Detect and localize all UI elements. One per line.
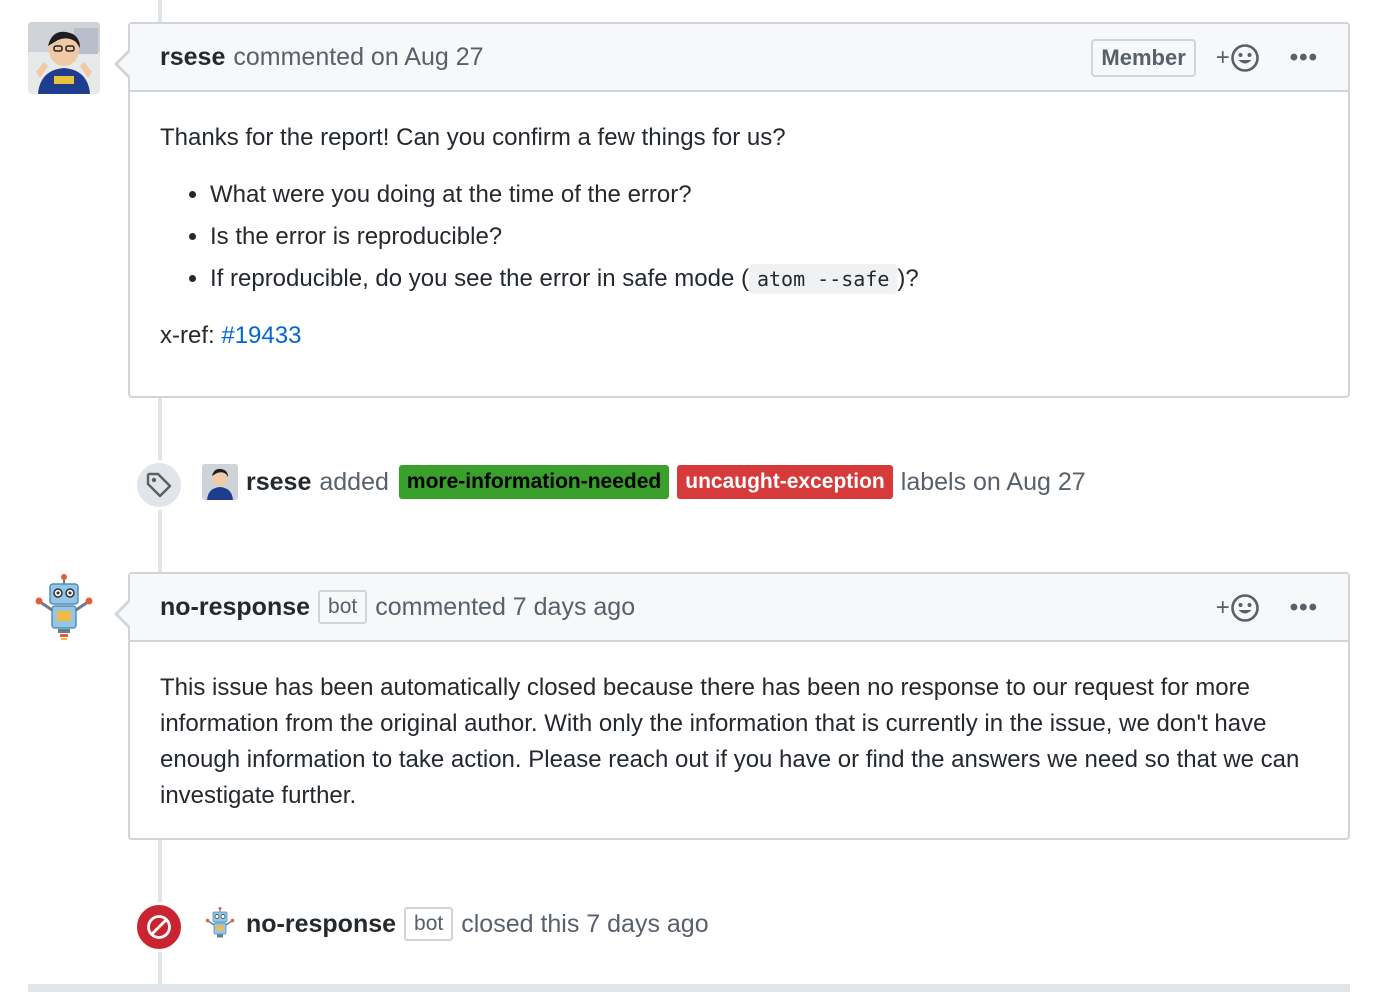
robot-avatar (28, 572, 100, 644)
plus-glyph: + (1215, 44, 1230, 71)
close-event: no-response bot closed this 7 days ago (202, 906, 709, 942)
add-reaction-button[interactable]: + (1216, 43, 1260, 73)
comment-header: rsese commented on Aug 27 Member + ••• (130, 24, 1348, 92)
add-reaction-button[interactable]: + (1216, 593, 1260, 623)
comment-body: Thanks for the report! Can you confirm a… (130, 92, 1348, 384)
comment-timestamp[interactable]: commented on Aug 27 (233, 43, 483, 72)
closed-event-badge (134, 902, 184, 952)
xref-label: x-ref: (160, 322, 215, 349)
smiley-icon (1230, 594, 1259, 622)
label-event: rsese added more-information-needed unca… (202, 464, 1086, 500)
list-item-text: If reproducible, do you see the error in… (210, 265, 749, 292)
code-snippet: atom --safe (748, 264, 898, 294)
kebab-icon[interactable]: ••• (1290, 44, 1318, 72)
event-author[interactable]: rsese (246, 468, 311, 497)
timeline-end-divider (28, 984, 1350, 992)
event-action[interactable]: closed this 7 days ago (461, 910, 708, 939)
comment-author[interactable]: rsese (160, 43, 225, 72)
kebab-icon[interactable]: ••• (1290, 594, 1318, 622)
comment-text: This issue has been automatically closed… (160, 674, 1300, 809)
avatar-rsese[interactable] (28, 22, 100, 94)
question-list: What were you doing at the time of the e… (210, 174, 1318, 300)
event-action: added (319, 467, 389, 496)
comment-header: no-response bot commented 7 days ago + •… (130, 574, 1348, 642)
comment-no-response: no-response bot commented 7 days ago + •… (114, 572, 1350, 840)
label-event-badge (134, 460, 184, 510)
comment-intro: Thanks for the report! Can you confirm a… (160, 124, 786, 151)
event-author[interactable]: no-response (246, 910, 396, 939)
plus-glyph: + (1215, 594, 1230, 621)
avatar-rsese-small[interactable] (202, 464, 238, 500)
comment-timestamp[interactable]: commented 7 days ago (375, 593, 635, 622)
smiley-icon (1230, 44, 1259, 72)
closed-icon (147, 915, 171, 939)
bot-badge: bot (318, 590, 368, 624)
tag-icon (146, 472, 172, 498)
label-uncaught-exception[interactable]: uncaught-exception (677, 465, 893, 499)
label-more-information-needed[interactable]: more-information-needed (398, 465, 670, 499)
avatar-no-response[interactable] (28, 572, 100, 644)
list-item: If reproducible, do you see the error in… (210, 258, 1318, 300)
bot-badge: bot (404, 907, 454, 941)
list-item-text: )? (897, 265, 919, 292)
avatar-no-response-small[interactable] (202, 906, 238, 942)
comment-rsese: rsese commented on Aug 27 Member + ••• T… (114, 22, 1350, 398)
event-suffix[interactable]: labels on Aug 27 (901, 468, 1086, 497)
issue-link[interactable]: #19433 (221, 322, 301, 349)
comment-body: This issue has been automatically closed… (130, 642, 1348, 844)
member-badge: Member (1091, 39, 1196, 77)
comment-actions: Member + ••• (1091, 24, 1318, 92)
comment-actions: + ••• (1216, 574, 1318, 642)
list-item: What were you doing at the time of the e… (210, 174, 1318, 216)
xref-line: x-ref: #19433 (160, 318, 1318, 354)
list-item: Is the error is reproducible? (210, 216, 1318, 258)
comment-author[interactable]: no-response (160, 593, 310, 622)
